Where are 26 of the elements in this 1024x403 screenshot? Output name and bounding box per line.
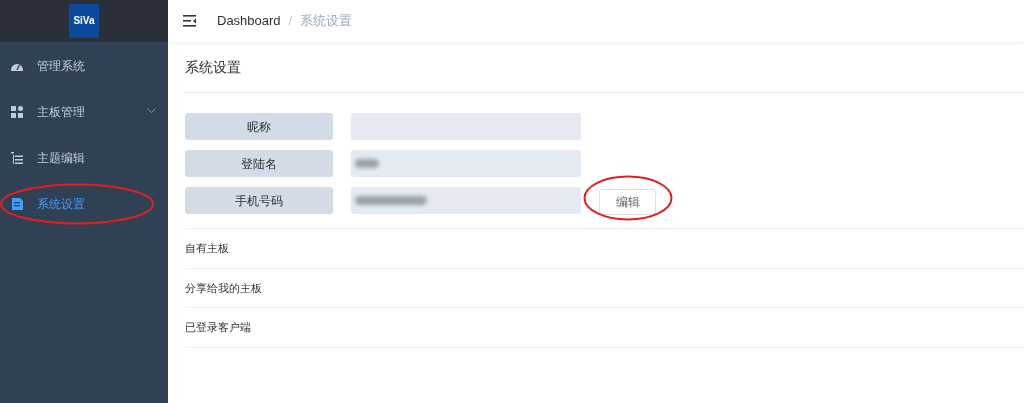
input-field[interactable] bbox=[351, 150, 581, 177]
section-header[interactable]: 已登录客户端 bbox=[185, 319, 251, 336]
menu-icon[interactable] bbox=[183, 15, 196, 27]
section-header[interactable]: 自有主板 bbox=[185, 240, 229, 257]
input-field[interactable] bbox=[351, 113, 581, 140]
menu-item[interactable]: 主板管理 bbox=[0, 89, 168, 135]
field-label: 手机号码 bbox=[185, 187, 333, 214]
breadcrumb-separator: / bbox=[288, 12, 293, 31]
section-header[interactable]: 分享给我的主板 bbox=[185, 279, 262, 296]
blurred-value bbox=[355, 159, 379, 168]
blurred-value bbox=[355, 196, 427, 205]
input-field[interactable] bbox=[351, 187, 581, 214]
list-icon bbox=[11, 152, 23, 164]
logo: SiVa bbox=[69, 4, 99, 38]
menu-item[interactable]: 系统设置 bbox=[0, 181, 168, 227]
document-icon bbox=[11, 198, 23, 210]
menu-item[interactable]: 主题编辑 bbox=[0, 135, 168, 181]
chevron-down-icon bbox=[147, 108, 156, 113]
field-label: 登陆名 bbox=[185, 150, 333, 177]
gauge-icon bbox=[11, 61, 23, 71]
breadcrumb-link[interactable]: Dashboard bbox=[217, 11, 281, 31]
menu-item[interactable]: 管理系统 bbox=[0, 43, 168, 89]
grid-icon bbox=[11, 106, 23, 118]
page-title: 系统设置 bbox=[185, 42, 1024, 93]
field-label: 昵称 bbox=[185, 113, 333, 140]
edit-button[interactable]: 编辑 bbox=[599, 188, 656, 215]
